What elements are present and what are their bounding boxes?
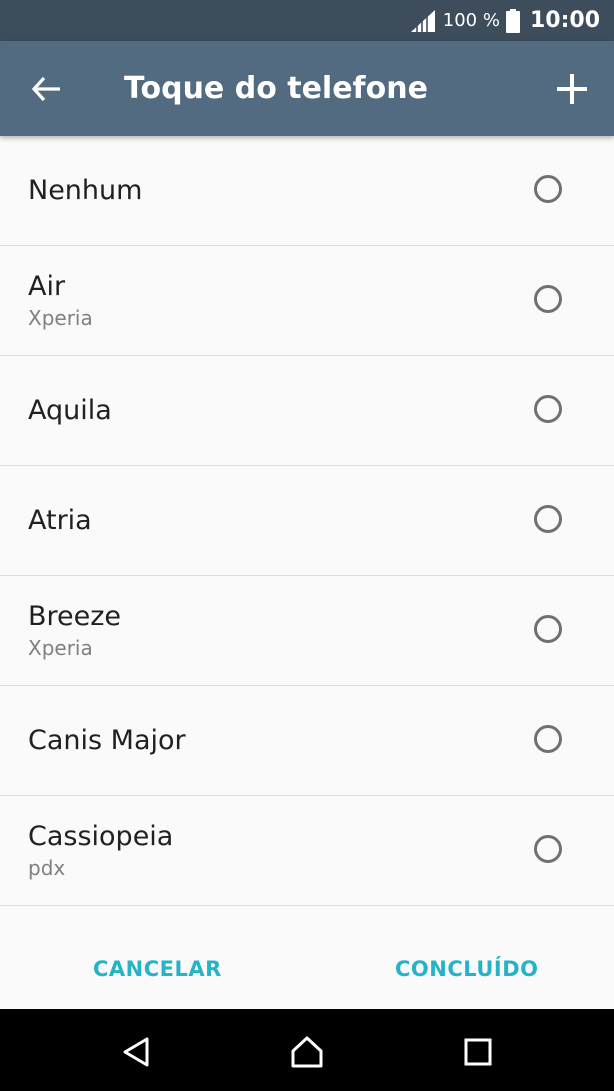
radio-button-icon[interactable] xyxy=(534,505,562,533)
ringtone-title: Aquila xyxy=(28,395,112,426)
radio-button-icon[interactable] xyxy=(534,835,562,863)
ringtone-item-aquila[interactable]: Aquila xyxy=(0,356,614,466)
status-clock: 10:00 xyxy=(529,8,600,33)
ringtone-item-canis-major[interactable]: Canis Major xyxy=(0,686,614,796)
ringtone-title: Air xyxy=(28,271,66,302)
nav-recent-apps-icon[interactable] xyxy=(460,1034,496,1070)
ringtone-item-atria[interactable]: Atria xyxy=(0,466,614,576)
radio-button-icon[interactable] xyxy=(534,615,562,643)
radio-button-icon[interactable] xyxy=(534,285,562,313)
cellular-signal-icon xyxy=(410,9,435,32)
radio-button-icon[interactable] xyxy=(534,175,562,203)
ringtone-item-breeze[interactable]: Breeze Xperia xyxy=(0,576,614,686)
ringtone-source: pdx xyxy=(28,856,66,880)
ringtone-title: Cassiopeia xyxy=(28,821,174,852)
ringtone-source: Xperia xyxy=(28,306,93,330)
battery-percentage: 100 % xyxy=(442,10,500,31)
ringtone-picker-screen: 100 % 10:00 Toque do telefone Nenhum Air… xyxy=(0,0,614,1091)
ringtone-item-air[interactable]: Air Xperia xyxy=(0,246,614,356)
status-bar: 100 % 10:00 xyxy=(0,0,614,41)
ringtone-title: Canis Major xyxy=(28,725,186,756)
ringtone-title: Breeze xyxy=(28,601,122,632)
ringtone-title: Nenhum xyxy=(28,175,143,206)
ringtone-item-cassiopeia[interactable]: Cassiopeia pdx xyxy=(0,796,614,906)
page-title: Toque do telefone xyxy=(124,71,428,106)
dialog-button-bar: CANCELAR CONCLUÍDO xyxy=(0,912,614,1009)
ringtone-source: Xperia xyxy=(28,636,93,660)
ringtone-item-nenhum[interactable]: Nenhum xyxy=(0,136,614,246)
status-indicators: 100 % 10:00 xyxy=(410,0,600,41)
ringtone-title: Atria xyxy=(28,505,92,536)
battery-icon xyxy=(505,8,520,33)
system-navigation-bar xyxy=(0,1009,614,1091)
back-arrow-icon[interactable] xyxy=(28,71,64,107)
radio-button-icon[interactable] xyxy=(534,395,562,423)
radio-button-icon[interactable] xyxy=(534,725,562,753)
ringtone-list: Nenhum Air Xperia Aquila Atria Breeze Xp… xyxy=(0,136,614,906)
app-bar: Toque do telefone xyxy=(0,41,614,136)
add-icon[interactable] xyxy=(554,71,590,107)
nav-home-icon[interactable] xyxy=(289,1034,325,1070)
nav-back-icon[interactable] xyxy=(119,1034,155,1070)
